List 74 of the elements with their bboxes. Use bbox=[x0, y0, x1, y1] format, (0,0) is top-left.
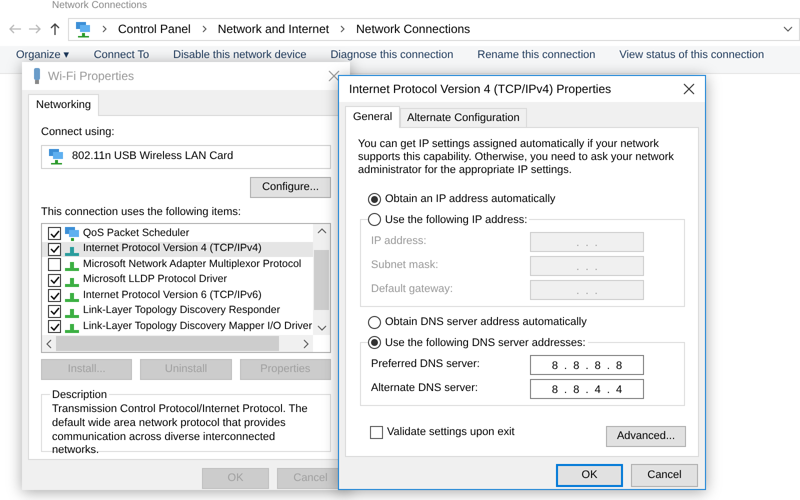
group-title: Description bbox=[50, 387, 110, 404]
wifi-adapter-icon bbox=[32, 68, 42, 84]
description-text: Transmission Control Protocol/Internet Protocol. The default wide area network protocol that provides communication across diverse interconnected networks. bbox=[52, 403, 309, 458]
radio-button[interactable] bbox=[368, 336, 381, 350]
window-title: Network Connections bbox=[52, 0, 148, 11]
list-item[interactable]: Link-Layer Topology Discovery Responder bbox=[42, 304, 313, 319]
breadcrumb-item[interactable]: Network and Internet bbox=[218, 20, 330, 38]
horizontal-scrollbar[interactable] bbox=[42, 335, 313, 352]
radio-button[interactable] bbox=[368, 316, 381, 329]
toolbar-button[interactable]: Disable this network device bbox=[173, 49, 306, 62]
toolbar-button[interactable]: Diagnose this connection bbox=[330, 49, 454, 62]
dialog-title: Internet Protocol Version 4 (TCP/IPv4) Properties bbox=[349, 81, 612, 98]
checkbox[interactable] bbox=[48, 242, 61, 256]
dropdown-icon bbox=[783, 26, 793, 32]
back-arrow-icon bbox=[8, 22, 22, 36]
dialog-button[interactable]: OK bbox=[556, 464, 623, 487]
scroll-right-icon bbox=[303, 338, 309, 348]
checkbox[interactable] bbox=[48, 227, 61, 240]
chevron-icon bbox=[101, 24, 108, 34]
list-item[interactable]: Link-Layer Topology Discovery Mapper I/O Driver bbox=[42, 319, 313, 334]
up-arrow-icon bbox=[48, 22, 62, 36]
radio-label[interactable]: Obtain DNS server address automatically bbox=[385, 314, 587, 330]
list-item[interactable]: Internet Protocol Version 6 (TCP/IPv6) bbox=[42, 288, 313, 304]
dialog-tab[interactable]: General bbox=[345, 106, 400, 128]
toolbar-button[interactable]: Rename this connection bbox=[477, 49, 596, 62]
ip-address-field[interactable]: 8 . 8 . 8 . 8 bbox=[530, 354, 644, 375]
checkbox[interactable] bbox=[48, 304, 61, 318]
field-label: Alternate DNS server: bbox=[371, 381, 478, 396]
radio-button[interactable] bbox=[368, 213, 381, 226]
checkbox[interactable] bbox=[48, 320, 61, 334]
field-label: Subnet mask: bbox=[371, 258, 438, 274]
checkbox-label[interactable]: Validate settings upon exit bbox=[387, 424, 515, 440]
breadcrumb-item[interactable]: Control Panel bbox=[118, 20, 191, 38]
field-label: Default gateway: bbox=[371, 282, 453, 298]
chevron-icon bbox=[339, 24, 346, 34]
field-label: Preferred DNS server: bbox=[371, 357, 480, 372]
checkbox[interactable] bbox=[48, 289, 61, 302]
radio-label[interactable]: Use the following IP address: bbox=[385, 212, 528, 228]
radio-label[interactable]: Obtain an IP address automatically bbox=[385, 190, 556, 208]
list-item[interactable]: Microsoft LLDP Protocol Driver bbox=[42, 272, 313, 288]
field-label: Connect using: bbox=[41, 125, 116, 140]
radio-button[interactable] bbox=[368, 192, 381, 206]
field-label: This connection uses the following items: bbox=[41, 204, 242, 220]
network-adapter-icon bbox=[48, 148, 64, 165]
monitor-icon bbox=[64, 226, 80, 242]
dialog-button[interactable]: Cancel bbox=[631, 464, 698, 487]
intro-text: You can get IP settings assigned automatically if your network supports this capability. Otherwise, you need to ask your network administrator for the appropriate IP settings. bbox=[358, 138, 675, 178]
list-item[interactable]: QoS Packet Scheduler bbox=[42, 226, 313, 242]
list-item[interactable]: Microsoft Network Adapter Multiplexor Protocol bbox=[42, 257, 313, 272]
field-label: IP address: bbox=[371, 234, 426, 250]
adapter-field: 802.11n USB Wireless LAN Card bbox=[41, 144, 331, 168]
list-item[interactable]: Internet Protocol Version 4 (TCP/IPv4) bbox=[42, 242, 313, 257]
vertical-scrollbar[interactable] bbox=[313, 224, 330, 335]
dialog-tab[interactable]: Networking bbox=[28, 94, 100, 116]
scroll-up-icon bbox=[316, 228, 326, 234]
scroll-down-icon bbox=[316, 325, 326, 331]
checkbox[interactable] bbox=[48, 258, 61, 272]
toolbar-button[interactable]: View status of this connection bbox=[619, 49, 764, 62]
forward-arrow-icon bbox=[28, 22, 42, 36]
checkbox[interactable] bbox=[370, 426, 383, 439]
breadcrumb-item[interactable]: Network Connections bbox=[356, 20, 470, 38]
scroll-left-icon bbox=[46, 338, 52, 348]
dialog-button[interactable]: Configure... bbox=[250, 176, 331, 198]
ip-address-field[interactable]: 8 . 8 . 4 . 4 bbox=[530, 378, 644, 399]
toolbar-button[interactable]: Organize ▾ bbox=[16, 49, 70, 62]
address-bar[interactable]: Control Panel Network and Internet Network Connections bbox=[68, 18, 800, 40]
close-icon[interactable] bbox=[683, 83, 695, 95]
dialog-title: Wi-Fi Properties bbox=[48, 68, 136, 85]
toolbar-button[interactable]: Connect To bbox=[94, 49, 150, 62]
chevron-icon bbox=[200, 24, 208, 34]
dialog-tab[interactable]: Alternate Configuration bbox=[400, 108, 527, 127]
checkbox[interactable] bbox=[48, 274, 61, 287]
dialog-button[interactable]: Advanced... bbox=[606, 426, 686, 447]
radio-label[interactable]: Use the following DNS server addresses: bbox=[385, 334, 586, 352]
